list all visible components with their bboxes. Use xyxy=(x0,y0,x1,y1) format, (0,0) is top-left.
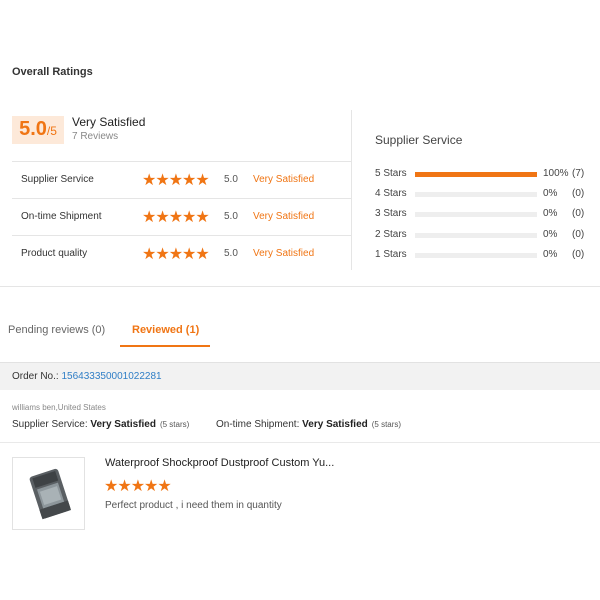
order-number-row: Order No.: 156433350001022281 xyxy=(12,371,162,382)
overall-ratings-title: Overall Ratings xyxy=(12,66,93,78)
rating-text: Very Satisfied xyxy=(253,174,315,185)
rating-score: 5.0 xyxy=(224,248,238,259)
star-breakdown-count: (7) xyxy=(572,168,585,179)
star-breakdown-label: 1 Stars xyxy=(375,249,407,260)
overall-score: 5.0 xyxy=(19,118,47,140)
review-supplier-service: Supplier Service: Very Satisfied (5 stars… xyxy=(12,419,189,430)
tab-pending-reviews[interactable]: Pending reviews (0) xyxy=(8,324,105,336)
star-breakdown-bar xyxy=(415,192,537,197)
star-breakdown-count: (0) xyxy=(572,249,585,260)
star-rating-icon: ★★★★★ xyxy=(142,246,210,263)
rating-row-product-quality: Product quality ★★★★★ 5.0 Very Satisfied xyxy=(12,236,352,273)
review-supplier-label: Supplier Service: xyxy=(12,419,91,430)
product-thumbnail[interactable] xyxy=(12,457,85,530)
overall-score-label: Very Satisfied xyxy=(72,115,146,129)
review-shipment-value: Very Satisfied xyxy=(302,419,368,430)
tab-reviewed[interactable]: Reviewed (1) xyxy=(132,324,199,336)
review-comment: Perfect product , i need them in quantit… xyxy=(105,500,282,511)
star-breakdown-count: (0) xyxy=(572,208,585,219)
star-breakdown-label: 5 Stars xyxy=(375,168,407,179)
order-number-link[interactable]: 156433350001022281 xyxy=(61,371,161,382)
star-breakdown-percent: 0% xyxy=(543,249,558,260)
supplier-breakdown-title: Supplier Service xyxy=(375,133,463,147)
vertical-divider xyxy=(351,110,352,270)
star-breakdown-row: 1 Stars 0% (0) xyxy=(375,249,589,261)
star-rating-icon: ★★★★★ xyxy=(142,172,210,189)
star-breakdown-row: 2 Stars 0% (0) xyxy=(375,229,589,241)
star-breakdown-count: (0) xyxy=(572,229,585,240)
rating-score: 5.0 xyxy=(224,174,238,185)
product-image xyxy=(29,468,72,520)
star-breakdown-row: 4 Stars 0% (0) xyxy=(375,188,589,200)
star-breakdown-label: 4 Stars xyxy=(375,188,407,199)
active-tab-indicator xyxy=(120,345,210,347)
star-breakdown-count: (0) xyxy=(572,188,585,199)
product-title-link[interactable]: Waterproof Shockproof Dustproof Custom Y… xyxy=(105,457,334,469)
rating-name: Supplier Service xyxy=(21,174,94,185)
order-header: Order No.: 156433350001022281 xyxy=(0,362,600,390)
review-supplier-stars: (5 stars) xyxy=(159,420,190,429)
star-breakdown-percent: 0% xyxy=(543,208,558,219)
rating-row-on-time-shipment: On-time Shipment ★★★★★ 5.0 Very Satisfie… xyxy=(12,199,352,236)
review-on-time-shipment: On-time Shipment: Very Satisfied (5 stars… xyxy=(216,419,401,430)
product-star-rating-icon: ★★★★★ xyxy=(104,478,172,495)
rating-score: 5.0 xyxy=(224,211,238,222)
rating-text: Very Satisfied xyxy=(253,248,315,259)
rating-row-supplier-service: Supplier Service ★★★★★ 5.0 Very Satisfie… xyxy=(12,162,352,199)
star-breakdown-bar xyxy=(415,253,537,258)
rating-name: On-time Shipment xyxy=(21,211,102,222)
star-breakdown-bar xyxy=(415,212,537,217)
star-breakdown-percent: 100% xyxy=(543,168,569,179)
star-breakdown-percent: 0% xyxy=(543,229,558,240)
rating-name: Product quality xyxy=(21,248,88,259)
ratings-table: Supplier Service ★★★★★ 5.0 Very Satisfie… xyxy=(12,161,352,273)
star-breakdown-bar-fill xyxy=(415,172,537,177)
star-rating-icon: ★★★★★ xyxy=(142,209,210,226)
reviewer-name: williams ben,United States xyxy=(12,403,106,412)
overall-review-count: 7 Reviews xyxy=(72,131,119,142)
star-breakdown-percent: 0% xyxy=(543,188,558,199)
star-breakdown-bar xyxy=(415,233,537,238)
star-breakdown-bar xyxy=(415,172,537,177)
review-divider xyxy=(0,442,600,443)
overall-score-max: /5 xyxy=(46,124,57,138)
star-breakdown-row: 3 Stars 0% (0) xyxy=(375,208,589,220)
star-breakdown-label: 2 Stars xyxy=(375,229,407,240)
star-breakdown-label: 3 Stars xyxy=(375,208,407,219)
overall-score-badge: 5.0 /5 xyxy=(12,116,64,144)
review-shipment-label: On-time Shipment: xyxy=(216,419,303,430)
star-breakdown-row: 5 Stars 100% (7) xyxy=(375,168,589,180)
order-number-label: Order No.: xyxy=(12,371,62,382)
review-shipment-stars: (5 stars) xyxy=(371,420,402,429)
review-supplier-value: Very Satisfied xyxy=(90,419,156,430)
section-divider xyxy=(0,286,600,287)
rating-text: Very Satisfied xyxy=(253,211,315,222)
